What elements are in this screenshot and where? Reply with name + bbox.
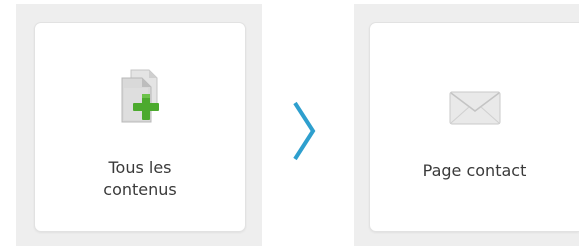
card-label: Page contact bbox=[422, 161, 527, 180]
chevron-right-icon bbox=[291, 100, 317, 162]
contact-page-card[interactable]: Page contact bbox=[369, 22, 579, 232]
flow-step-strip: Tous les contenus Page contact bbox=[0, 0, 579, 246]
all-contents-card[interactable]: Tous les contenus bbox=[34, 22, 246, 232]
card-label: Tous les contenus bbox=[103, 158, 177, 199]
add-document-icon bbox=[117, 68, 163, 126]
envelope-icon bbox=[449, 89, 501, 127]
